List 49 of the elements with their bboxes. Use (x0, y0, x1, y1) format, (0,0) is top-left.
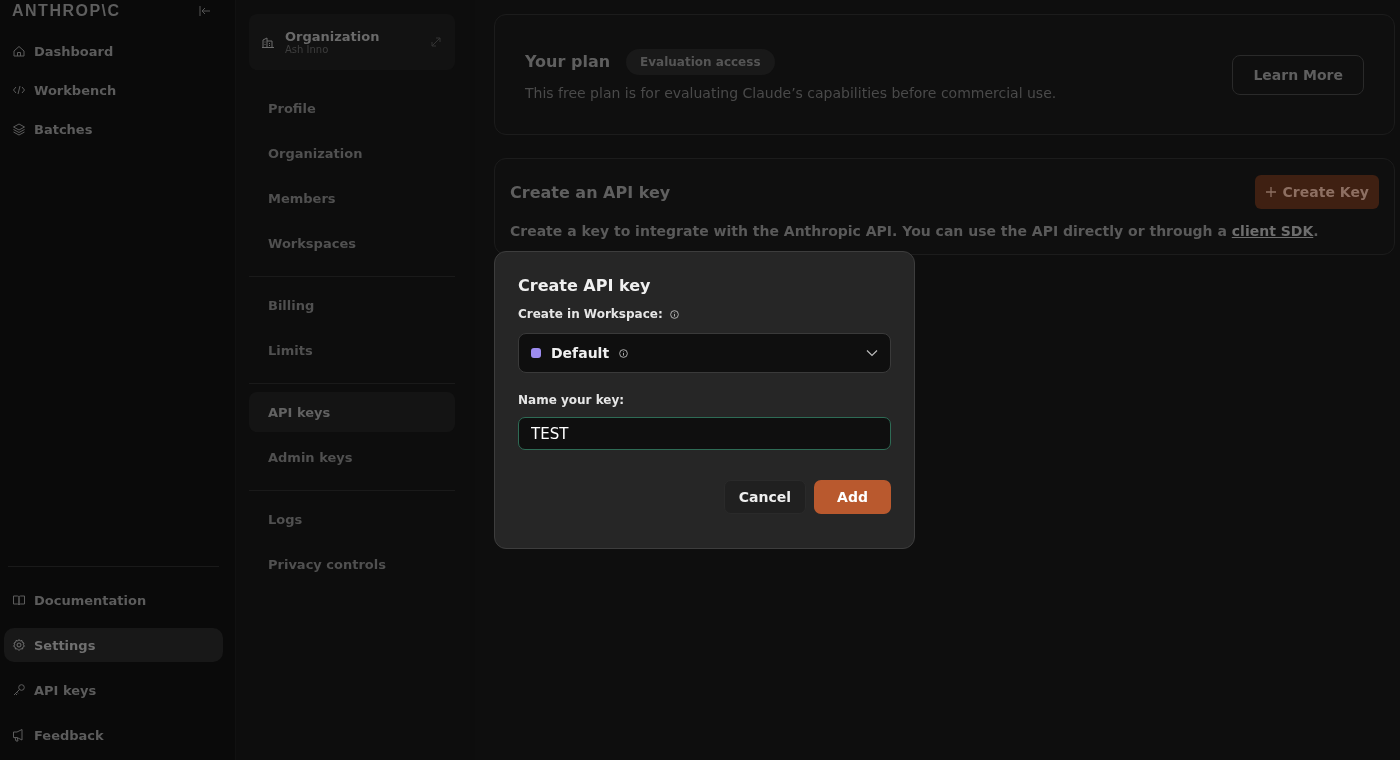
plan-badge: Evaluation access (626, 48, 775, 75)
settings-nav-item[interactable]: Admin keys (249, 437, 455, 477)
building-icon (261, 35, 275, 49)
create-key-button[interactable]: Create Key (1254, 175, 1379, 209)
sidebar-item[interactable]: API keys (4, 673, 223, 707)
workspace-label: Create in Workspace: (518, 307, 663, 321)
plan-title: Your plan (525, 52, 611, 71)
home-icon (12, 44, 26, 58)
settings-nav-item[interactable]: Profile (249, 88, 455, 128)
workspace-name: Default (551, 345, 610, 361)
key-name-label: Name your key: (518, 393, 625, 407)
info-icon (619, 348, 629, 358)
add-button[interactable]: Add (814, 480, 891, 514)
gear-icon (12, 638, 26, 652)
create-key-title: Create an API key (510, 182, 671, 202)
megaphone-icon (12, 728, 26, 742)
sidebar-item[interactable]: Batches (4, 112, 223, 146)
settings-nav-item[interactable]: Logs (249, 499, 455, 539)
logo: ANTHROP\C (12, 2, 121, 20)
collapse-icon (198, 4, 212, 18)
settings-nav-item[interactable]: Members (249, 178, 455, 218)
plan-description: This free plan is for evaluating Claude’s capabilities before commercial use. (525, 84, 1058, 101)
sidebar-item[interactable]: Settings (4, 628, 223, 662)
sidebar-item[interactable]: Feedback (4, 718, 223, 752)
key-icon (12, 683, 26, 697)
expand-icon (429, 35, 443, 49)
layers-icon (12, 122, 26, 136)
plus-icon (1264, 186, 1277, 198)
settings-nav-item[interactable]: Organization (249, 133, 455, 173)
create-key-description: Create a key to integrate with the Anthropic API. You can use the API directly or through a client SDK. (510, 223, 1320, 239)
settings-nav-item[interactable]: Limits (249, 330, 455, 370)
key-name-field[interactable]: TEST (518, 417, 891, 450)
dialog-title: Create API key (518, 276, 652, 295)
chevron-down-icon (866, 349, 878, 357)
learn-more-button[interactable]: Learn More (1232, 54, 1364, 95)
code-icon (12, 83, 26, 97)
settings-nav-item[interactable]: API keys (249, 392, 455, 432)
workspace-dropdown[interactable]: Default (518, 333, 891, 373)
book-icon (12, 593, 26, 607)
sidebar-item[interactable]: Workbench (4, 73, 223, 107)
sidebar-item[interactable]: Dashboard (4, 34, 223, 68)
settings-nav-item[interactable]: Billing (249, 285, 455, 325)
organization-title: Organization (285, 29, 381, 44)
settings-nav-item[interactable]: Privacy controls (249, 544, 455, 584)
info-icon (669, 309, 679, 319)
sidebar-item[interactable]: Documentation (4, 583, 223, 617)
settings-nav-item[interactable]: Workspaces (249, 223, 455, 263)
client-sdk-link[interactable]: client SDK (1231, 223, 1314, 239)
cancel-button[interactable]: Cancel (723, 480, 807, 514)
